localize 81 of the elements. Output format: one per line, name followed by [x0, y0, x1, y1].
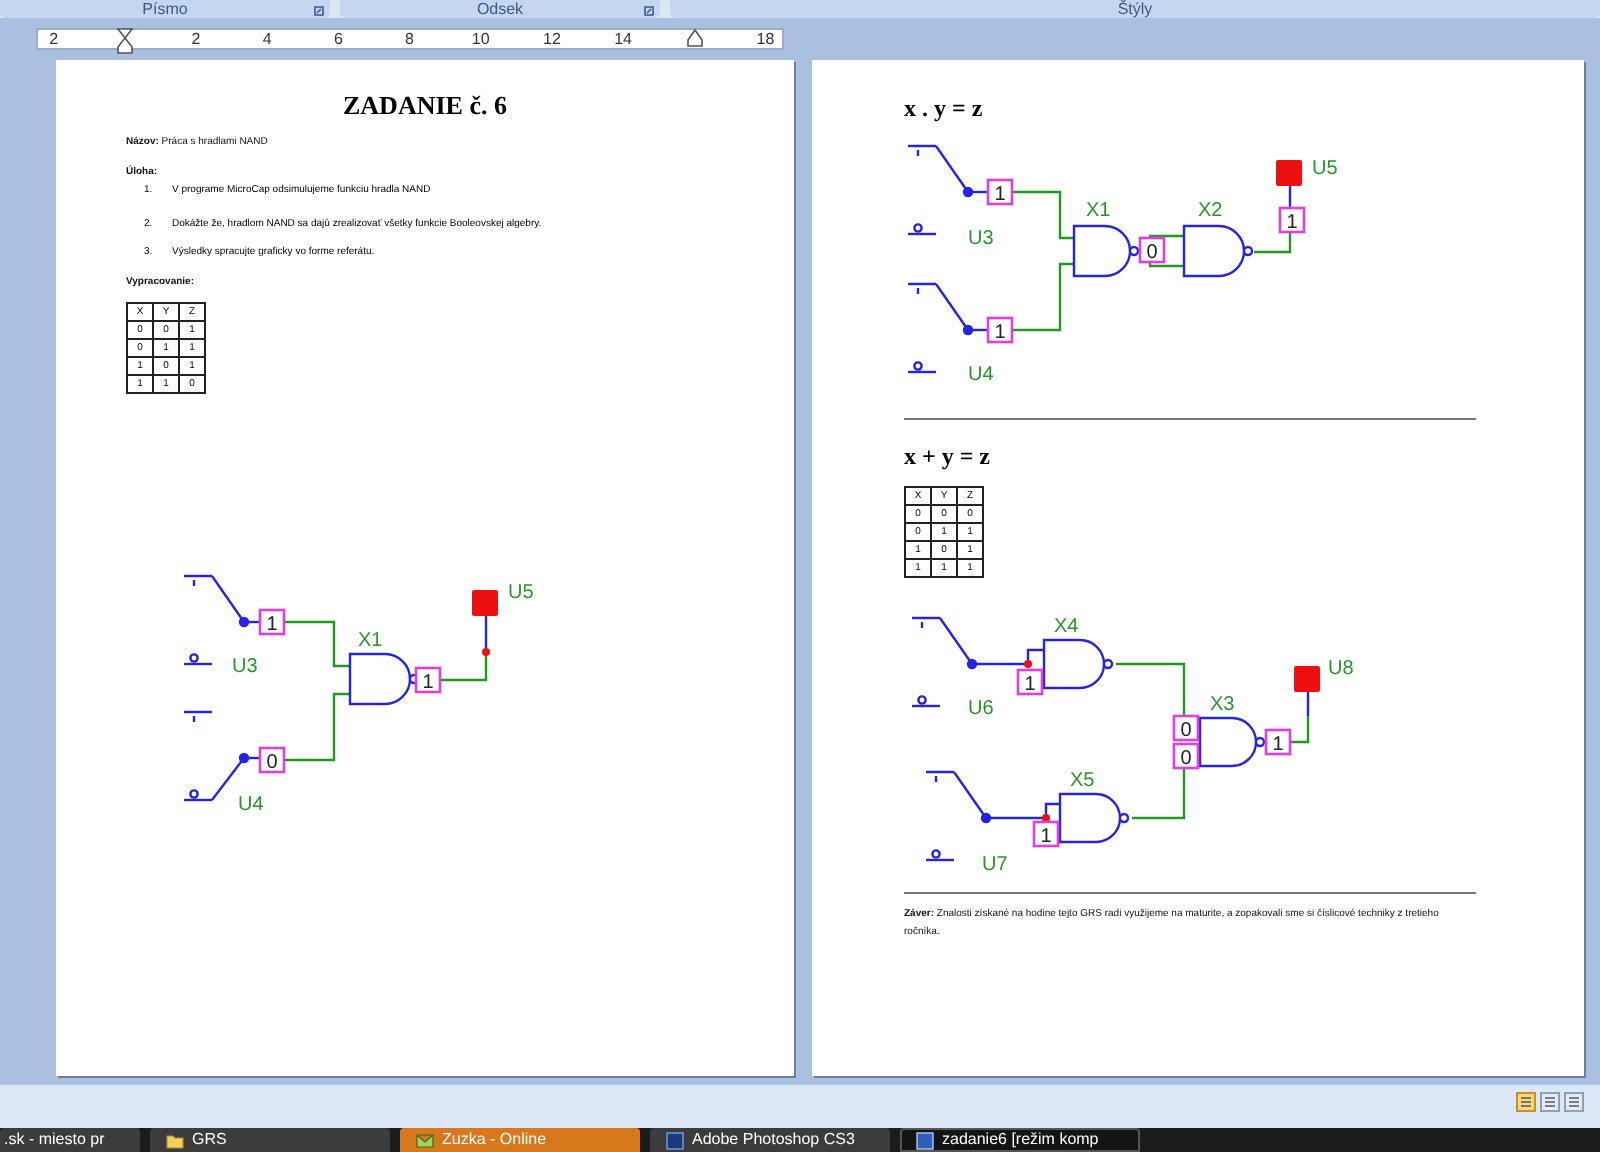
wire: [284, 620, 350, 668]
nand-gate: [1058, 792, 1130, 844]
ruler-number: 18: [756, 29, 775, 47]
group-label: Písmo: [142, 2, 188, 18]
component-label: X4: [1054, 616, 1079, 638]
logic-probe: 0: [258, 746, 286, 774]
component-label: X2: [1198, 200, 1223, 222]
ruler-number: 2: [191, 29, 201, 47]
ruler-number: 12: [543, 29, 561, 47]
wire: [972, 648, 1044, 666]
logic-probe: 1: [1032, 820, 1060, 848]
component-label: U3: [968, 228, 994, 250]
led-indicator: [1276, 160, 1302, 186]
wire: [1254, 232, 1292, 254]
component-label: U8: [1328, 658, 1354, 680]
ruler-number: 8: [405, 29, 414, 47]
component-label: U7: [982, 854, 1008, 876]
nand-gate: [348, 652, 420, 706]
app-icon: [666, 1131, 684, 1149]
ruler-number: 2: [49, 29, 59, 47]
component-label: U4: [238, 794, 264, 816]
dialog-launcher-icon[interactable]: [314, 6, 324, 16]
wire: [1148, 234, 1184, 268]
component-label: X1: [1086, 200, 1111, 222]
wire: [1012, 262, 1074, 332]
nand-gate: [1182, 224, 1254, 278]
logic-probe: 1: [1016, 668, 1044, 696]
led-indicator: [1294, 666, 1320, 692]
taskbar-button[interactable]: Adobe Photoshop CS3: [650, 1128, 890, 1152]
ruler-number: 10: [471, 29, 490, 47]
nand-gate: [1198, 716, 1266, 768]
document-title: ZADANIE č. 6: [341, 88, 509, 124]
wire: [1288, 186, 1292, 208]
logic-probe: 1: [1264, 728, 1292, 756]
led-indicator: [472, 590, 498, 616]
wire: [1116, 662, 1186, 716]
component-label: X3: [1210, 694, 1235, 716]
ruler-number: 14: [614, 29, 632, 47]
logic-probe: 1: [986, 178, 1014, 206]
logic-probe: 1: [986, 316, 1014, 344]
logic-probe: 1: [1278, 206, 1306, 234]
print-layout-view-icon[interactable]: [1516, 1092, 1536, 1112]
document-icon: [916, 1131, 934, 1149]
web-layout-view-icon[interactable]: [1564, 1092, 1584, 1112]
wire: [1012, 190, 1074, 240]
junction-dot: [1024, 660, 1032, 668]
taskbar-button[interactable]: GRS: [150, 1128, 390, 1152]
component-label: U5: [508, 582, 534, 604]
component-label: U4: [968, 364, 994, 384]
nand-gate: [1042, 638, 1114, 690]
group-label: Odsek: [476, 2, 524, 18]
wire: [284, 692, 350, 762]
wire: [968, 190, 988, 194]
logic-probe: 0: [1172, 714, 1200, 742]
logic-probe: 0: [1172, 742, 1200, 770]
logic-probe: 1: [414, 666, 442, 694]
junction-dot: [482, 648, 490, 656]
ruler-number: 4: [262, 29, 272, 47]
dialog-launcher-icon[interactable]: [644, 6, 654, 16]
ruler-number: 6: [333, 29, 343, 47]
component-label: U6: [968, 698, 994, 720]
nand-gate: [1072, 224, 1140, 278]
reading-view-icon[interactable]: [1540, 1092, 1560, 1112]
wire: [968, 328, 988, 332]
equation: x + y = z: [904, 442, 993, 470]
indent-marker-icon[interactable]: [685, 27, 704, 53]
indent-marker-icon[interactable]: [115, 27, 134, 53]
taskbar-button[interactable]: zadanie6 [režim komp: [900, 1128, 1140, 1152]
logic-probe: 1: [258, 608, 286, 636]
envelope-icon: [416, 1131, 434, 1149]
equation: x . y = z: [904, 94, 985, 122]
group-label: Štýly: [1117, 2, 1153, 18]
wire: [986, 802, 1060, 820]
wire: [1132, 768, 1186, 820]
component-label: U5: [1312, 158, 1338, 180]
component-label: U3: [232, 656, 258, 678]
logic-probe: 0: [1138, 236, 1166, 264]
junction-dot: [1042, 814, 1050, 822]
taskbar-button[interactable]: .sk - miesto pr: [0, 1128, 140, 1152]
component-label: X1: [358, 630, 383, 652]
component-label: X5: [1070, 770, 1095, 792]
